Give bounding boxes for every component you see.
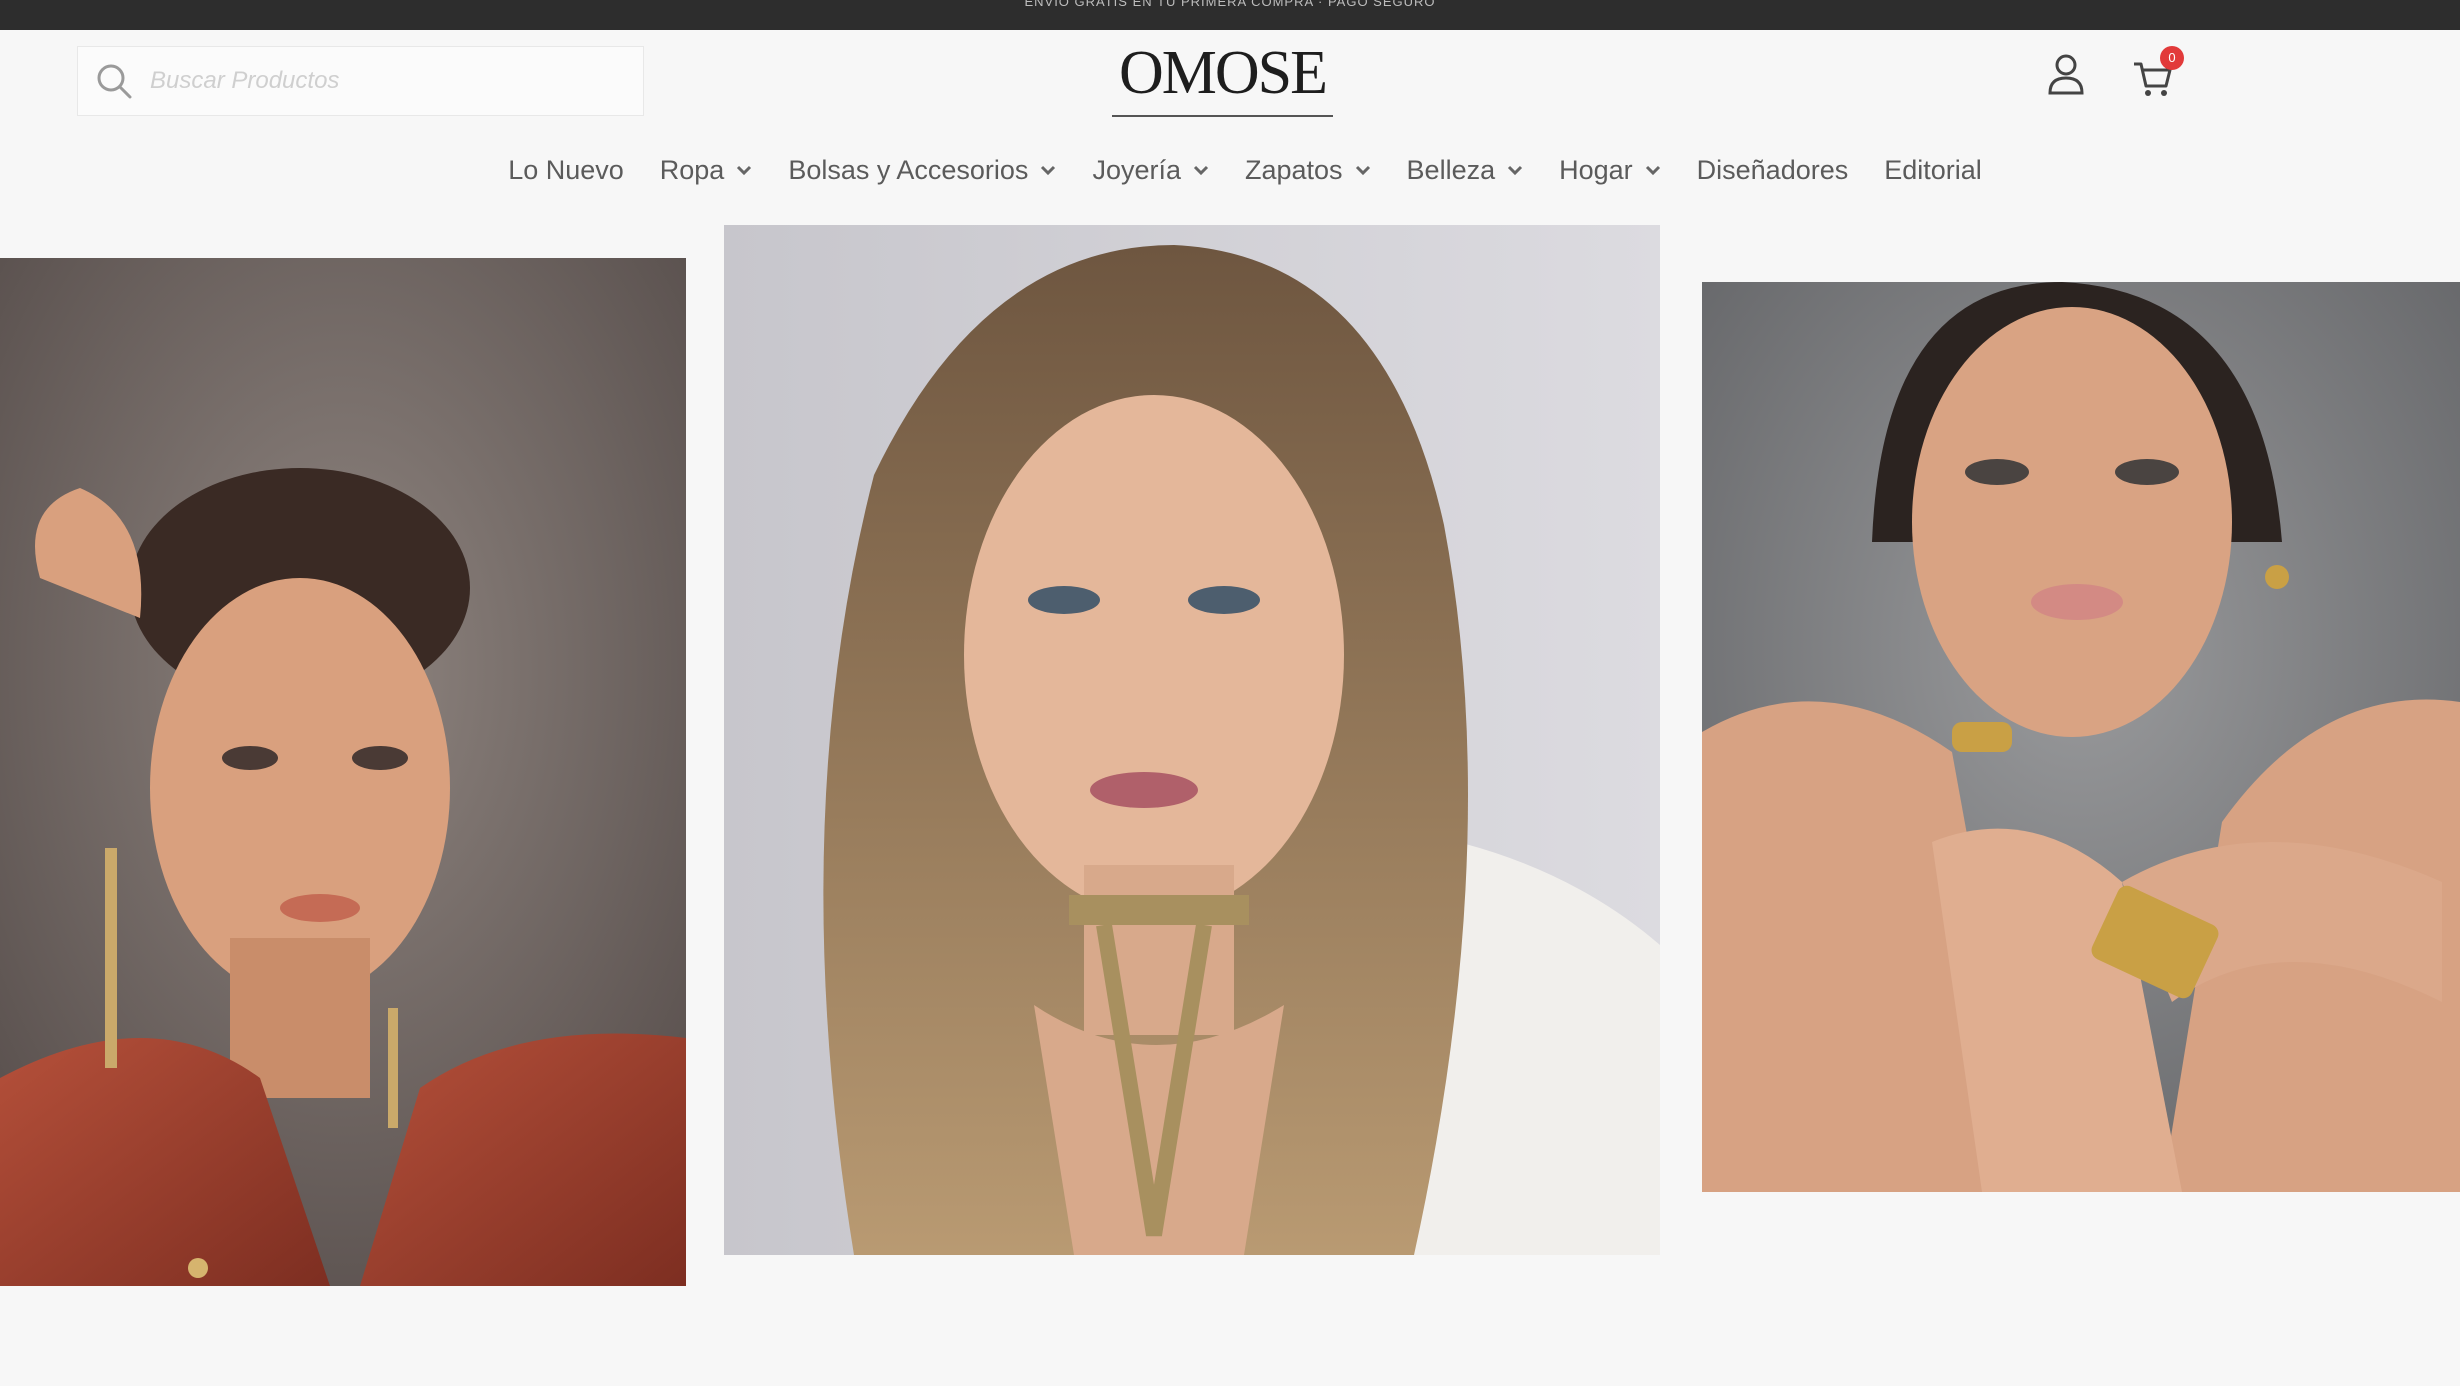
editorial-image-3[interactable] <box>1702 282 2460 1192</box>
cart-button[interactable]: 0 <box>2132 46 2192 102</box>
nav-item-ropa[interactable]: Ropa <box>660 155 753 186</box>
search-input[interactable] <box>148 66 622 96</box>
site-logo[interactable]: OMOSE <box>1110 40 1335 125</box>
nav-item-hogar[interactable]: Hogar <box>1559 155 1661 186</box>
site-header: OMOSE 0 <box>0 30 2460 145</box>
nav-item-label: Ropa <box>659 154 725 185</box>
nav-item-label: Hogar <box>1559 154 1633 185</box>
chevron-down-icon <box>1645 165 1660 176</box>
nav-item-label: Zapatos <box>1244 154 1343 185</box>
main-navigation: Lo Nuevo Ropa Bolsas y Accesorios Joyerí… <box>0 140 2460 200</box>
chevron-down-icon <box>1041 165 1056 176</box>
portrait-photo <box>0 258 686 1286</box>
nav-item-label: Lo Nuevo <box>508 154 624 185</box>
nav-item-disenadores[interactable]: Diseñadores <box>1697 155 1849 186</box>
editorial-image-1[interactable] <box>0 258 686 1286</box>
nav-item-joyeria[interactable]: Joyería <box>1092 155 1209 186</box>
nav-item-label: Belleza <box>1406 154 1496 185</box>
nav-item-label: Editorial <box>1884 154 1982 185</box>
promo-bar: ENVÍO GRATIS EN TU PRIMERA COMPRA · PAGO… <box>0 0 2460 30</box>
nav-item-editorial[interactable]: Editorial <box>1884 155 1982 186</box>
promo-text: ENVÍO GRATIS EN TU PRIMERA COMPRA · PAGO… <box>1024 0 1436 9</box>
nav-item-zapatos[interactable]: Zapatos <box>1245 155 1371 186</box>
search-box[interactable] <box>77 46 644 116</box>
search-icon[interactable] <box>94 61 134 101</box>
logo-tagline-mark <box>1112 115 1333 117</box>
logo-wordmark: OMOSE <box>1118 39 1328 107</box>
nav-item-belleza[interactable]: Belleza <box>1407 155 1524 186</box>
chevron-down-icon <box>1193 165 1209 176</box>
cart-count-badge: 0 <box>2160 46 2184 70</box>
chevron-down-icon <box>1355 165 1370 176</box>
nav-item-bolsas-y-accesorios[interactable]: Bolsas y Accesorios <box>788 155 1056 186</box>
chevron-down-icon <box>737 165 752 176</box>
chevron-down-icon <box>1508 165 1523 176</box>
nav-item-label: Joyería <box>1092 154 1181 185</box>
nav-item-label: Bolsas y Accesorios <box>788 154 1029 185</box>
nav-item-label: Diseñadores <box>1696 154 1849 185</box>
nav-item-lo-nuevo[interactable]: Lo Nuevo <box>508 155 624 186</box>
account-icon[interactable] <box>2046 52 2086 96</box>
portrait-photo <box>724 225 1660 1255</box>
portrait-photo <box>1702 282 2460 1192</box>
editorial-image-2[interactable] <box>724 225 1660 1255</box>
